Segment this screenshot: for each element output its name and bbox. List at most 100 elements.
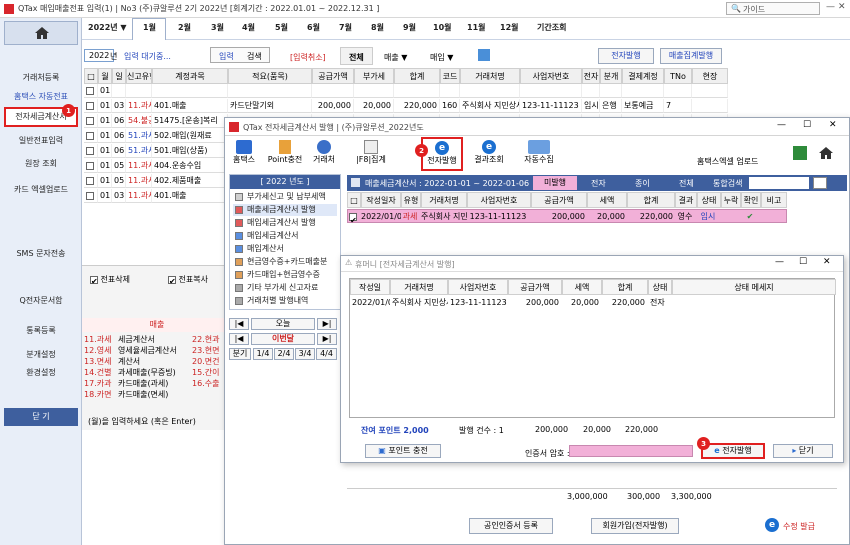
- sidebar-item-entry-setting[interactable]: 분개설정: [4, 349, 78, 360]
- table-cell[interactable]: 11.과세: [126, 174, 152, 188]
- table-cell[interactable]: 05: [112, 174, 126, 188]
- ebill-table-cell[interactable]: 123-11-11123: [467, 210, 531, 224]
- sidebar-item-ledger[interactable]: 원장 조회: [4, 158, 78, 169]
- table-cell[interactable]: [228, 84, 312, 98]
- tab-period-search[interactable]: 기간조회: [537, 22, 566, 33]
- tab-month-1[interactable]: 1월: [143, 22, 156, 33]
- table-cell[interactable]: [692, 84, 728, 98]
- sum-bill-button[interactable]: 매출집계발행: [660, 48, 722, 64]
- point-charge-button[interactable]: Point충전: [267, 140, 303, 165]
- ebill-table-header[interactable]: 비고: [761, 192, 787, 208]
- sidebar-item-env-setting[interactable]: 환경설정: [4, 367, 78, 378]
- table-cell[interactable]: [84, 84, 98, 98]
- cert-register-button[interactable]: 공인인증서 등록: [469, 518, 553, 534]
- table-cell[interactable]: [84, 144, 98, 158]
- dialog-table-header[interactable]: 세액: [562, 279, 602, 295]
- table-cell[interactable]: 402.제품매출: [152, 174, 228, 188]
- table-cell[interactable]: [622, 84, 664, 98]
- ebill-table-header[interactable]: 상태: [697, 192, 721, 208]
- ebill-table-header[interactable]: 확인: [741, 192, 761, 208]
- table-header[interactable]: 합계: [394, 68, 440, 84]
- search-go-icon[interactable]: [813, 177, 827, 189]
- vendor-button[interactable]: 거래처: [309, 140, 339, 165]
- menu-item[interactable]: 매입세금계산서: [233, 230, 299, 242]
- ebill-tool-button[interactable]: e 전자발행: [421, 137, 463, 171]
- dialog-table-header[interactable]: 상태 메세지: [672, 279, 836, 295]
- table-cell[interactable]: [394, 84, 440, 98]
- sidebar-item-register[interactable]: 통록등록: [4, 325, 78, 336]
- ebill-table-header[interactable]: 세액: [587, 192, 627, 208]
- menu-item[interactable]: 부가세신고 및 납부세액: [233, 191, 326, 203]
- next-icon[interactable]: ▶|: [317, 318, 337, 330]
- tab-month-12[interactable]: 12월: [500, 22, 519, 33]
- maximize-icon[interactable]: ☐: [803, 120, 811, 130]
- close-icon[interactable]: ✕: [829, 120, 837, 130]
- tab-month-10[interactable]: 10월: [433, 22, 452, 33]
- table-cell[interactable]: 51.과세: [126, 144, 152, 158]
- guide-search[interactable]: 🔍 가이드: [726, 2, 820, 15]
- table-cell[interactable]: 01: [98, 114, 112, 128]
- table-header[interactable]: 전자: [582, 68, 600, 84]
- search-input[interactable]: [749, 177, 809, 189]
- q1-button[interactable]: 1/4: [253, 348, 273, 360]
- issue-button[interactable]: e 전자발행: [701, 443, 765, 459]
- excel-icon[interactable]: [478, 49, 490, 61]
- table-header[interactable]: 적요(품목): [228, 68, 312, 84]
- dialog-table-cell[interactable]: [672, 296, 836, 310]
- table-cell[interactable]: [84, 129, 98, 143]
- table-cell[interactable]: [126, 84, 152, 98]
- table-cell[interactable]: [582, 84, 600, 98]
- table-header[interactable]: □: [84, 68, 98, 84]
- table-cell[interactable]: 03: [112, 189, 126, 203]
- dialog-table-header[interactable]: 거래처명: [390, 279, 448, 295]
- table-cell[interactable]: 7: [664, 99, 692, 113]
- table-cell[interactable]: 05: [112, 159, 126, 173]
- table-cell[interactable]: [84, 114, 98, 128]
- dialog-table-header[interactable]: 상태: [648, 279, 672, 295]
- close-icon[interactable]: ✕: [823, 257, 831, 267]
- table-header[interactable]: 거래처명: [460, 68, 520, 84]
- revise-issue-button[interactable]: 수정 발급: [783, 521, 815, 532]
- minimize-icon[interactable]: —: [775, 257, 784, 267]
- ebill-table-header[interactable]: 작성일자: [361, 192, 401, 208]
- table-cell[interactable]: [152, 84, 228, 98]
- ebill-table-cell[interactable]: 영수: [675, 210, 697, 224]
- menu-item[interactable]: 매입계산서: [233, 243, 284, 255]
- dialog-table-cell[interactable]: 200,000: [508, 296, 562, 310]
- close-icon[interactable]: ✕: [838, 2, 846, 12]
- dialog-table-header[interactable]: 합계: [602, 279, 648, 295]
- delete-entry-check[interactable]: ✔ 전표삭제: [90, 274, 130, 286]
- excel-icon[interactable]: [793, 146, 807, 160]
- year-dropdown[interactable]: 2022년 ▼: [88, 22, 127, 33]
- table-cell[interactable]: [84, 189, 98, 203]
- dialog-table-header[interactable]: 공급가액: [508, 279, 562, 295]
- dialog-table-cell[interactable]: 220,000: [602, 296, 648, 310]
- table-cell[interactable]: 51.과세: [126, 129, 152, 143]
- table-header[interactable]: TNo: [664, 68, 692, 84]
- table-cell[interactable]: 01: [98, 129, 112, 143]
- ebill-table-header[interactable]: 유형: [401, 192, 421, 208]
- home-icon[interactable]: [818, 146, 834, 160]
- table-cell[interactable]: 11.과세: [126, 159, 152, 173]
- ebill-table-cell[interactable]: 임시: [697, 210, 721, 224]
- table-header[interactable]: 공급가액: [312, 68, 354, 84]
- table-cell[interactable]: 200,000: [312, 99, 354, 113]
- tab-month-2[interactable]: 2월: [178, 22, 191, 33]
- tab-all[interactable]: 전체: [679, 178, 694, 189]
- filter-sales[interactable]: 매출 ▼: [384, 52, 407, 63]
- tab-month-4[interactable]: 4월: [242, 22, 255, 33]
- dialog-close-button[interactable]: ▸ 닫기: [773, 444, 833, 458]
- table-cell[interactable]: 401.매출: [152, 189, 228, 203]
- ebill-table-cell[interactable]: 220,000: [627, 210, 675, 224]
- ebill-table-cell[interactable]: 20,000: [587, 210, 627, 224]
- dialog-table-cell[interactable]: 전자: [648, 296, 672, 310]
- table-cell[interactable]: [440, 84, 460, 98]
- menu-item[interactable]: 기타 부가세 신고자료: [233, 282, 318, 294]
- sidebar-item-journal[interactable]: 일반전표입력: [4, 135, 78, 146]
- ebill-table-cell[interactable]: 과세: [401, 210, 421, 224]
- table-cell[interactable]: 01: [98, 84, 112, 98]
- table-cell[interactable]: 01: [98, 99, 112, 113]
- maximize-icon[interactable]: ☐: [799, 257, 807, 267]
- ebill-issue-button[interactable]: 전자발행: [598, 48, 654, 64]
- ebill-table-header[interactable]: 합계: [627, 192, 675, 208]
